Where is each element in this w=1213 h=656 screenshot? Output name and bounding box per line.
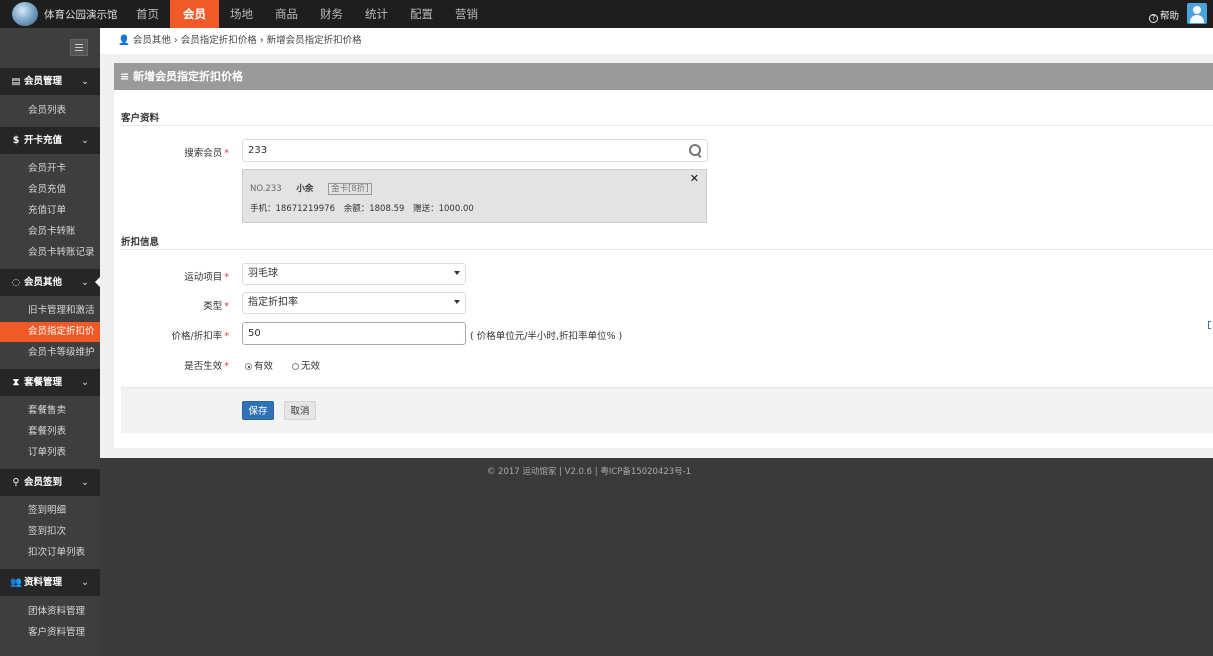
help-label: 帮助 [1160, 11, 1180, 22]
user-avatar-icon[interactable] [1187, 3, 1207, 24]
hourglass-icon: ⧗ [12, 377, 20, 388]
sidebar-group-package[interactable]: ⧗ 套餐管理 ⌄ [0, 369, 100, 396]
panel-title: ≡ 新增会员指定折扣价格 [114, 63, 1213, 90]
valid-no-radio[interactable]: 无效 [292, 358, 320, 372]
chevron-down-icon: ⌄ [81, 135, 89, 146]
main-nav: 首页 会员 场地 商品 财务 统计 配置 营销 [125, 0, 489, 28]
circle-notch-icon: ◌ [11, 277, 21, 288]
cancel-button[interactable]: 取消 [284, 401, 316, 420]
section-customer-title: 客户资料 [121, 113, 160, 124]
member-details: 手机：18671219976 余额：1808.59 赠送：1000.00 [250, 204, 474, 214]
sidebar-item-card-transfer[interactable]: 会员卡转账 [0, 222, 100, 242]
form-actions: 保存 取消 [121, 387, 1213, 433]
type-select[interactable]: 指定折扣率 [242, 292, 466, 314]
sidebar-item-group-profile[interactable]: 团体资料管理 [0, 602, 100, 622]
sidebar-item-order-list[interactable]: 订单列表 [0, 443, 100, 463]
price-hint: ( 价格单位元/半小时,折扣率单位% ) [470, 331, 623, 342]
breadcrumb-separator: › [173, 35, 178, 46]
chevron-down-icon: ⌄ [81, 377, 89, 388]
sidebar-group-member-management[interactable]: ▤ 会员管理 ⌄ [0, 68, 100, 95]
nav-statistics[interactable]: 统计 [354, 0, 399, 28]
nav-goods[interactable]: 商品 [264, 0, 309, 28]
chevron-down-icon: ⌄ [81, 577, 89, 588]
search-icon[interactable] [689, 144, 703, 158]
sidebar: ▤ 会员管理 ⌄ 会员列表 $ 开卡充值 ⌄ 会员开卡 会员充值 充值订单 会员卡转账 … [0, 28, 101, 656]
sidebar-item-transfer-records[interactable]: 会员卡转账记录 [0, 243, 100, 263]
breadcrumb-item-new: 新增会员指定折扣价格 [266, 35, 362, 46]
type-label: 类型 * [203, 301, 229, 312]
section-divider [121, 125, 1213, 126]
caret-down-icon [454, 300, 460, 304]
member-balance: 1808.59 [369, 204, 405, 214]
question-circle-icon: ? [1149, 14, 1158, 23]
footer: © 2017 运动馆家 | V2.0.6 | 粤ICP备15020423号-1 [100, 458, 1213, 656]
chevron-down-icon: ⌄ [81, 277, 89, 288]
member-no: NO.233 [250, 184, 282, 194]
member-card-badge: 金卡[8折] [328, 183, 372, 195]
help-link[interactable]: ? 帮助 [1149, 8, 1179, 23]
sport-label: 运动项目 * [184, 272, 229, 283]
list-icon: ≡ [120, 70, 130, 83]
nav-member[interactable]: 会员 [170, 0, 219, 28]
sport-select[interactable]: 羽毛球 [242, 263, 466, 285]
valid-label: 是否生效 * [184, 361, 229, 372]
user-icon: 👤 [118, 35, 130, 46]
breadcrumb-item-member-other[interactable]: 会员其他 [133, 35, 171, 46]
sidebar-item-old-card[interactable]: 旧卡管理和激活 [0, 301, 100, 321]
sidebar-item-package-list[interactable]: 套餐列表 [0, 422, 100, 442]
sidebar-item-customer-profile[interactable]: 客户资料管理 [0, 623, 100, 643]
sidebar-group-card-recharge[interactable]: $ 开卡充值 ⌄ [0, 127, 100, 154]
member-gift: 1000.00 [438, 204, 474, 214]
radio-checked-icon [245, 363, 252, 370]
member-info-card: NO.233 小余 金卡[8折] 手机：18671219976 余额：1808.… [242, 169, 707, 223]
chevron-down-icon: ⌄ [81, 76, 89, 87]
breadcrumb-separator: › [259, 35, 264, 46]
radio-unchecked-icon [292, 363, 299, 370]
sidebar-item-deduct-orders[interactable]: 扣次订单列表 [0, 543, 100, 563]
sidebar-item-card-level[interactable]: 会员卡等级维护 [0, 343, 100, 363]
search-member-input[interactable]: 233 [242, 139, 708, 162]
price-label: 价格/折扣率 * [171, 331, 229, 342]
venue-logo-icon[interactable] [12, 2, 38, 26]
sidebar-group-profile[interactable]: 👥 资料管理 ⌄ [0, 569, 100, 596]
sidebar-item-member-discount[interactable]: 会员指定折扣价 [0, 322, 100, 342]
member-phone: 18671219976 [275, 204, 336, 214]
sidebar-toggle-icon[interactable] [70, 39, 88, 56]
save-button[interactable]: 保存 [242, 401, 274, 420]
member-summary: NO.233 小余 金卡[8折] [250, 182, 372, 195]
venue-name[interactable]: 体育公园演示馆 [44, 7, 118, 22]
discount-form-panel: ≡ 新增会员指定折扣价格 客户资料 搜索会员 * 233 NO.233 小余 金卡… [114, 63, 1213, 448]
caret-down-icon [454, 271, 460, 275]
search-member-label: 搜索会员 * [184, 148, 229, 159]
nav-venue[interactable]: 场地 [219, 0, 264, 28]
sidebar-item-checkin-detail[interactable]: 签到明细 [0, 501, 100, 521]
close-icon[interactable]: ✕ [690, 172, 699, 185]
nav-config[interactable]: 配置 [399, 0, 444, 28]
section-discount-title: 折扣信息 [121, 237, 160, 248]
main-content: 👤 会员其他 › 会员指定折扣价格 › 新增会员指定折扣价格 ≡ 新增会员指定折… [100, 28, 1213, 458]
sidebar-item-recharge-orders[interactable]: 充值订单 [0, 201, 100, 221]
sidebar-item-member-list[interactable]: 会员列表 [0, 101, 100, 121]
sidebar-item-package-sale[interactable]: 套餐售卖 [0, 401, 100, 421]
sidebar-item-recharge[interactable]: 会员充值 [0, 180, 100, 200]
valid-yes-radio[interactable]: 有效 [245, 358, 273, 372]
sidebar-item-checkin-deduct[interactable]: 签到扣次 [0, 522, 100, 542]
section-divider [121, 249, 1213, 250]
price-input[interactable]: 50 [242, 322, 466, 345]
users-icon: 👥 [10, 577, 22, 588]
id-card-icon: ▤ [11, 76, 21, 87]
breadcrumb-item-discount[interactable]: 会员指定折扣价格 [181, 35, 257, 46]
top-navbar: 体育公园演示馆 首页 会员 场地 商品 财务 统计 配置 营销 ? 帮助 [0, 0, 1213, 28]
side-tab-handle[interactable] [1208, 321, 1211, 329]
sidebar-item-open-card[interactable]: 会员开卡 [0, 159, 100, 179]
nav-finance[interactable]: 财务 [309, 0, 354, 28]
member-name: 小余 [296, 184, 314, 194]
nav-marketing[interactable]: 营销 [444, 0, 489, 28]
footer-copyright: © 2017 运动馆家 | V2.0.6 | 粤ICP备15020423号-1 [486, 467, 692, 477]
nav-home[interactable]: 首页 [125, 0, 170, 28]
breadcrumb: 👤 会员其他 › 会员指定折扣价格 › 新增会员指定折扣价格 [100, 28, 1213, 54]
sidebar-group-member-other[interactable]: ◌ 会员其他 ⌄ [0, 269, 100, 296]
dollar-icon: $ [12, 135, 20, 146]
